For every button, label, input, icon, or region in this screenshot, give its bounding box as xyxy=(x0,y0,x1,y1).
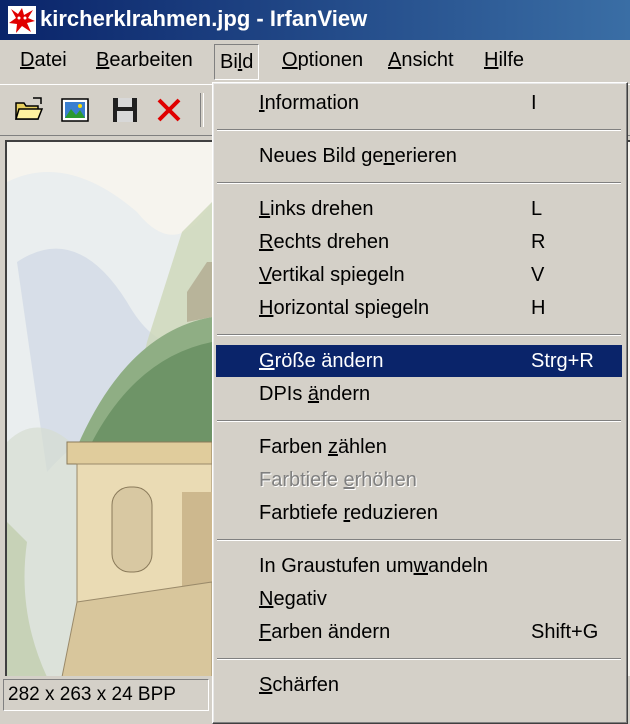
menu-item-label: In Graustufen umwandeln xyxy=(259,555,489,577)
menu-item-dpis-aendern[interactable]: DPIs ändern xyxy=(216,378,622,410)
toolbar-separator xyxy=(200,93,204,127)
menu-item-schaerfen[interactable]: Schärfen xyxy=(216,669,622,701)
menu-item-groesse-aendern[interactable]: Größe ändern Strg+R xyxy=(216,345,622,377)
menu-item-label: Rechts drehen xyxy=(259,231,390,253)
save-disk-icon[interactable] xyxy=(110,95,140,125)
menu-item-label: Horizontal spiegeln xyxy=(259,297,430,319)
menu-item-shortcut: Shift+G xyxy=(531,621,599,643)
title-bar[interactable]: kircherklrahmen.jpg - IrfanView xyxy=(0,0,630,40)
menu-item-farbtiefe-erhoehen: Farbtiefe erhöhen xyxy=(216,464,622,496)
menu-item-label: Farben ändern xyxy=(259,621,391,643)
menu-item-in-graustufen-umwandeln[interactable]: In Graustufen umwandeln xyxy=(216,550,622,582)
menu-item-farbtiefe-reduzieren[interactable]: Farbtiefe reduzieren xyxy=(216,497,622,529)
menu-ansicht[interactable]: Ansicht xyxy=(388,49,454,72)
menu-item-vertikal-spiegeln[interactable]: Vertikal spiegeln V xyxy=(216,259,622,291)
menu-optionen[interactable]: Optionen xyxy=(282,49,363,72)
menu-datei[interactable]: Datei xyxy=(20,49,67,72)
menu-separator xyxy=(217,334,621,336)
menu-item-label: Größe ändern xyxy=(259,350,384,372)
menu-item-shortcut: Strg+R xyxy=(531,350,594,372)
menu-item-shortcut: I xyxy=(531,92,537,114)
menu-item-label: Links drehen xyxy=(259,198,374,220)
menu-item-shortcut: L xyxy=(531,198,543,220)
window-title: kircherklrahmen.jpg - IrfanView xyxy=(40,6,368,31)
menu-item-neues-bild-generieren[interactable]: Neues Bild generieren xyxy=(216,140,622,172)
menu-item-label: Neues Bild generieren xyxy=(259,145,457,167)
menu-item-label: Farben zählen xyxy=(259,436,387,458)
menu-bild[interactable]: Bild xyxy=(214,44,260,80)
menu-separator xyxy=(217,539,621,541)
menu-item-shortcut: V xyxy=(531,264,545,286)
menu-item-label: Information xyxy=(259,92,360,114)
menu-item-label: Negativ xyxy=(259,588,327,610)
menu-item-horizontal-spiegeln[interactable]: Horizontal spiegeln H xyxy=(216,292,622,324)
menu-bar: Datei Bearbeiten Bild Optionen Ansicht H… xyxy=(0,40,630,85)
menu-separator xyxy=(217,129,621,131)
menu-item-rechts-drehen[interactable]: Rechts drehen R xyxy=(216,226,622,258)
menu-separator xyxy=(217,182,621,184)
menu-item-shortcut: R xyxy=(531,231,546,253)
menu-bearbeiten[interactable]: Bearbeiten xyxy=(96,49,193,72)
menu-item-shortcut: H xyxy=(531,297,546,319)
menu-item-label: DPIs ändern xyxy=(259,383,371,405)
menu-item-label: Farbtiefe erhöhen xyxy=(259,469,417,491)
menu-item-label: Farbtiefe reduzieren xyxy=(259,502,438,524)
menu-hilfe[interactable]: Hilfe xyxy=(484,49,524,72)
menu-item-label: Schärfen xyxy=(259,674,340,696)
slideshow-icon[interactable] xyxy=(60,95,90,125)
open-folder-icon[interactable] xyxy=(14,95,44,125)
menu-separator xyxy=(217,420,621,422)
menu-separator xyxy=(217,658,621,660)
menu-item-information[interactable]: Information I xyxy=(216,87,622,119)
menu-item-negativ[interactable]: Negativ xyxy=(216,583,622,615)
delete-x-icon[interactable] xyxy=(154,95,184,125)
menu-item-label: Vertikal spiegeln xyxy=(259,264,405,286)
menu-item-links-drehen[interactable]: Links drehen L xyxy=(216,193,622,225)
image-info-status: 282 x 263 x 24 BPP xyxy=(3,679,209,711)
menu-item-farben-aendern[interactable]: Farben ändern Shift+G xyxy=(216,616,622,648)
menu-item-farben-zaehlen[interactable]: Farben zählen xyxy=(216,431,622,463)
irfanview-app-icon[interactable] xyxy=(8,6,36,34)
bild-menu-dropdown: Information I Neues Bild generieren Links d… xyxy=(212,82,628,724)
